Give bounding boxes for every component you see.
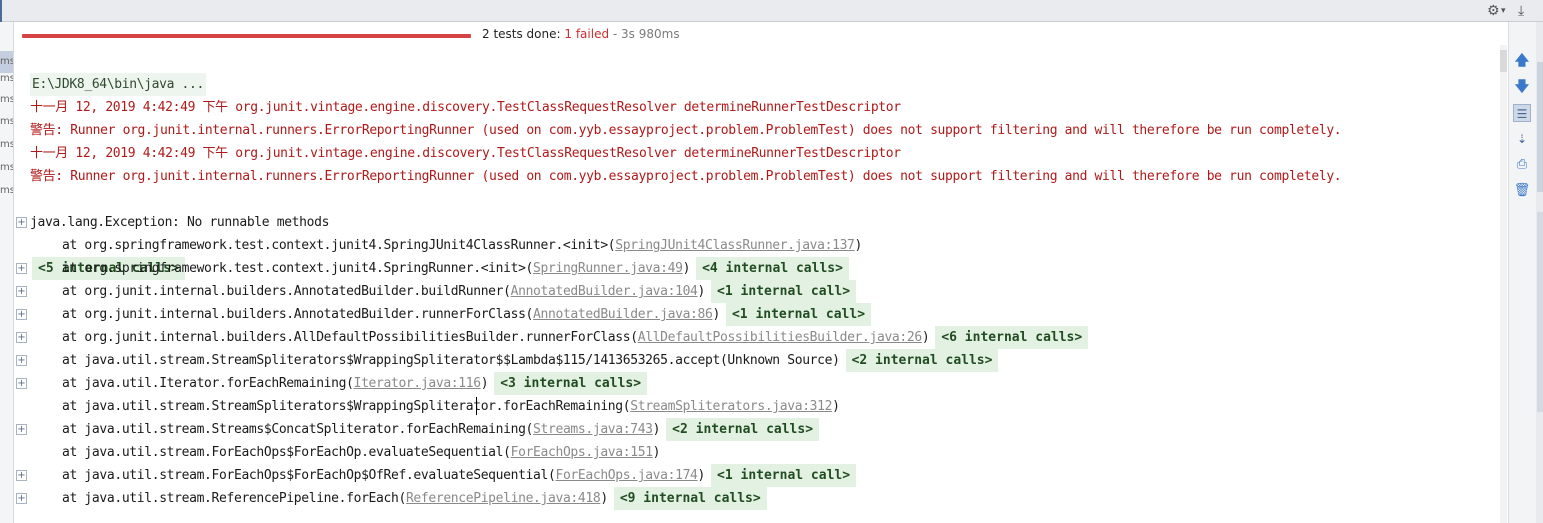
arrow-down-icon[interactable]: 🡇 [1513,78,1531,96]
right-edge-strip [1536,22,1543,523]
stack-frame-text: ) [712,307,720,322]
source-link[interactable]: Streams.java:743 [533,422,653,437]
stack-frame-text: ) [682,261,691,276]
console-output[interactable]: E:\JDK8_64\bin\java ... 十一月 12, 2019 4:4… [15,45,1500,523]
trash-icon[interactable]: 🗑 [1513,182,1531,200]
console-line: E:\JDK8_64\bin\java ... [15,50,206,96]
tool-window-header: ⚙ ▾ ⤓ [0,0,1543,22]
console-line: 警告: Runner org.junit.internal.runners.Er… [15,142,1342,184]
source-link[interactable]: SpringRunner.java:49 [533,261,683,276]
source-link[interactable]: StreamSpliterators.java:312 [630,399,832,414]
internal-calls-fold[interactable]: <2 internal calls> [845,349,999,372]
source-link[interactable]: ForEachOps.java:151 [511,445,653,460]
stack-frame-text: at java.util.stream.Streams$ConcatSplite… [62,422,534,437]
internal-calls-fold[interactable]: <3 internal calls> [494,372,648,395]
internal-calls-fold[interactable]: <6 internal calls> [935,326,1089,349]
test-duration[interactable]: ms [0,68,13,90]
console-line: 警告: Runner org.junit.internal.runners.Er… [15,96,1342,138]
arrow-up-icon[interactable]: 🡅 [1513,52,1531,70]
test-status-bar: 2 tests done: 1 failed - 3s 980ms [15,23,1500,45]
log-line: 十一月 12, 2019 4:42:49 下午 org.junit.vintag… [30,146,901,161]
stack-frame-text: at org.springframework.test.context.juni… [62,238,616,253]
expand-icon[interactable]: + [16,355,27,366]
hide-icon[interactable]: ⤓ [1518,2,1524,20]
internal-calls-fold[interactable]: <2 internal calls> [666,418,820,441]
log-line: 警告: Runner org.junit.internal.runners.Er… [30,169,1342,184]
expand-icon[interactable]: + [16,424,27,435]
stack-frame-text: ) [832,399,840,414]
scrollbar-track[interactable] [1500,45,1507,523]
source-link[interactable]: Iterator.java:116 [354,376,481,391]
test-duration[interactable]: ms [0,180,13,202]
header-accent [0,0,2,22]
text-caret [476,397,477,415]
source-link[interactable]: AnnotatedBuilder.java:86 [533,307,713,322]
test-summary: 2 tests done: 1 failed - 3s 980ms [482,26,680,42]
chevron-down-icon[interactable]: ▾ [1501,2,1506,20]
summary-prefix: 2 tests done: [482,27,565,41]
stack-frame-text: at java.util.stream.StreamSpliterators$W… [62,353,840,368]
console-line: 十一月 12, 2019 4:42:49 下午 org.junit.vintag… [15,119,901,161]
stack-frame-text: at org.junit.internal.builders.Annotated… [62,307,534,322]
test-duration[interactable]: ms [0,134,13,156]
soft-wrap-icon[interactable]: ☰ [1513,104,1531,122]
internal-calls-fold[interactable]: <4 internal calls> [696,257,849,280]
stack-frame-text: ) [697,468,706,483]
side-tab[interactable] [1537,62,1543,192]
test-tree-panel: ms ms ms ms ms ms ms [0,22,14,523]
stack-frame-text: ) [652,422,661,437]
test-duration[interactable]: ms [0,89,13,111]
expand-icon[interactable]: + [16,309,27,320]
test-duration[interactable]: ms [0,157,13,179]
source-link[interactable]: AllDefaultPossibilitiesBuilder.java:26 [638,330,922,345]
side-tab[interactable] [1537,212,1543,412]
print-icon[interactable]: ⎙ [1513,156,1531,174]
stack-frame-text: ) [480,376,489,391]
exception-message: java.lang.Exception: No runnable methods [30,215,330,230]
test-duration[interactable]: ms [0,111,13,133]
stack-frame-text: ) [921,330,930,345]
expand-icon[interactable]: + [16,493,27,504]
internal-calls-fold[interactable]: <9 internal calls> [613,487,767,510]
test-duration-total: - 3s 980ms [609,27,680,41]
source-link[interactable]: SpringJUnit4ClassRunner.java:137 [615,238,855,253]
expand-icon[interactable]: + [16,470,27,481]
source-link[interactable]: AnnotatedBuilder.java:104 [511,284,698,299]
source-link[interactable]: ForEachOps.java:174 [555,468,697,483]
source-link[interactable]: ReferencePipeline.java:418 [406,491,601,506]
stack-frame-text: at java.util.stream.ReferencePipeline.fo… [62,491,406,506]
stack-frame-text: at org.junit.internal.builders.Annotated… [62,284,511,299]
stack-frame-text: ) [652,445,661,460]
run-command[interactable]: E:\JDK8_64\bin\java ... [30,73,206,96]
stack-frame-text: ) [697,284,706,299]
console-line: 十一月 12, 2019 4:42:49 下午 org.junit.vintag… [15,73,901,115]
internal-calls-fold[interactable]: <1 internal call> [711,280,857,303]
expand-icon[interactable]: + [16,286,27,297]
failed-count[interactable]: 1 failed [564,27,609,41]
expand-icon[interactable]: + [16,378,27,389]
stack-frame-text: ) [854,238,863,253]
stack-frame-text: at java.util.stream.ForEachOps$ForEachOp… [62,445,511,460]
expand-icon[interactable]: + [16,217,27,228]
stack-frame-text: at java.util.stream.ForEachOps$ForEachOp… [62,468,556,483]
scroll-to-end-icon[interactable]: ⇣ [1513,130,1531,148]
stack-frame-text: at org.springframework.test.context.juni… [62,261,534,276]
log-line: 十一月 12, 2019 4:42:49 下午 org.junit.vintag… [30,100,901,115]
stack-frame-text: at org.junit.internal.builders.AllDefaul… [62,330,638,345]
internal-calls-fold[interactable]: <1 internal call> [725,303,872,326]
gear-icon[interactable]: ⚙ [1487,2,1500,20]
console-line: java.lang.Exception: No runnable methods [15,188,329,230]
expand-icon[interactable]: + [16,263,27,274]
internal-calls-fold[interactable]: <1 internal call> [711,464,857,487]
expand-icon[interactable]: + [16,332,27,343]
stack-frame-text: at java.util.Iterator.forEachRemaining( [62,376,354,391]
stack-frame-text: ) [600,491,608,506]
test-progress-bar [22,34,471,38]
stack-frame-text: at java.util.stream.StreamSpliterators$W… [62,399,631,414]
log-line: 警告: Runner org.junit.internal.runners.Er… [30,123,1342,138]
scrollbar-thumb[interactable] [1500,50,1507,72]
console-line: + <5 internal calls> [15,211,185,280]
console-toolbar [1508,22,1536,523]
